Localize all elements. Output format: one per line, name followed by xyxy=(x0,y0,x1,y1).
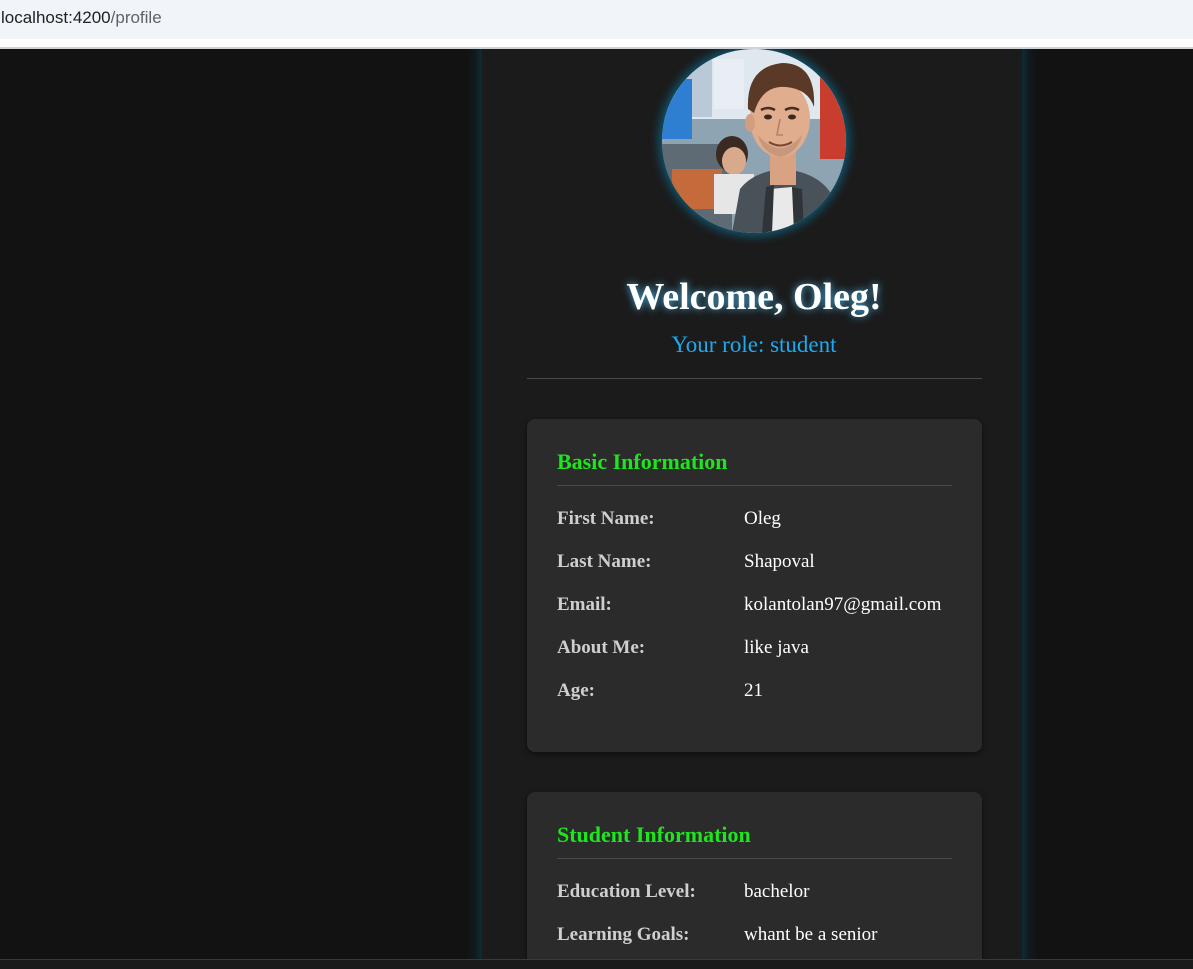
card-title-divider xyxy=(557,858,952,859)
field-value: Shapoval xyxy=(744,551,815,572)
info-row-about-me: About Me: like java xyxy=(557,637,957,661)
page-viewport: Welcome, Oleg! Your role: student Basic … xyxy=(0,49,1193,959)
field-label: First Name: xyxy=(557,508,655,529)
field-label: About Me: xyxy=(557,637,646,658)
field-value: whant be a senior xyxy=(744,924,878,945)
student-information-title: Student Information xyxy=(557,822,751,847)
field-value: bachelor xyxy=(744,881,810,902)
info-row-last-name: Last Name: Shapoval xyxy=(557,551,957,575)
url-field[interactable]: localhost:4200/profile xyxy=(1,8,162,28)
field-label: Age: xyxy=(557,680,595,701)
field-label: Email: xyxy=(557,594,612,615)
basic-information-title: Basic Information xyxy=(557,449,728,474)
info-row-age: Age: 21 xyxy=(557,680,957,704)
info-row-first-name: First Name: Oleg xyxy=(557,508,957,532)
field-value: kolantolan97@gmail.com xyxy=(744,594,942,615)
card-title-divider xyxy=(557,485,952,486)
browser-address-bar[interactable]: localhost:4200/profile xyxy=(0,0,1193,47)
field-label: Last Name: xyxy=(557,551,652,572)
info-row-learning-goals: Learning Goals: whant be a senior xyxy=(557,924,957,948)
profile-container: Welcome, Oleg! Your role: student Basic … xyxy=(482,49,1022,959)
info-row-education-level: Education Level: bachelor xyxy=(557,881,957,905)
field-label: Education Level: xyxy=(557,881,696,902)
student-information-card: Student Information Education Level: bac… xyxy=(527,792,982,959)
basic-information-card: Basic Information First Name: Oleg Last … xyxy=(527,419,982,752)
page-title: Welcome, Oleg! xyxy=(626,276,882,318)
url-path: /profile xyxy=(110,8,162,27)
header-divider xyxy=(527,378,982,379)
url-host: localhost:4200 xyxy=(1,8,111,27)
field-value: 21 xyxy=(744,680,763,701)
field-value: Oleg xyxy=(744,508,781,529)
field-label: Learning Goals: xyxy=(557,924,690,945)
avatar-photo xyxy=(662,49,846,233)
info-row-email: Email: kolantolan97@gmail.com xyxy=(557,594,957,618)
field-value: like java xyxy=(744,637,809,658)
avatar xyxy=(662,49,846,233)
role-label: Your role: student xyxy=(671,332,837,357)
